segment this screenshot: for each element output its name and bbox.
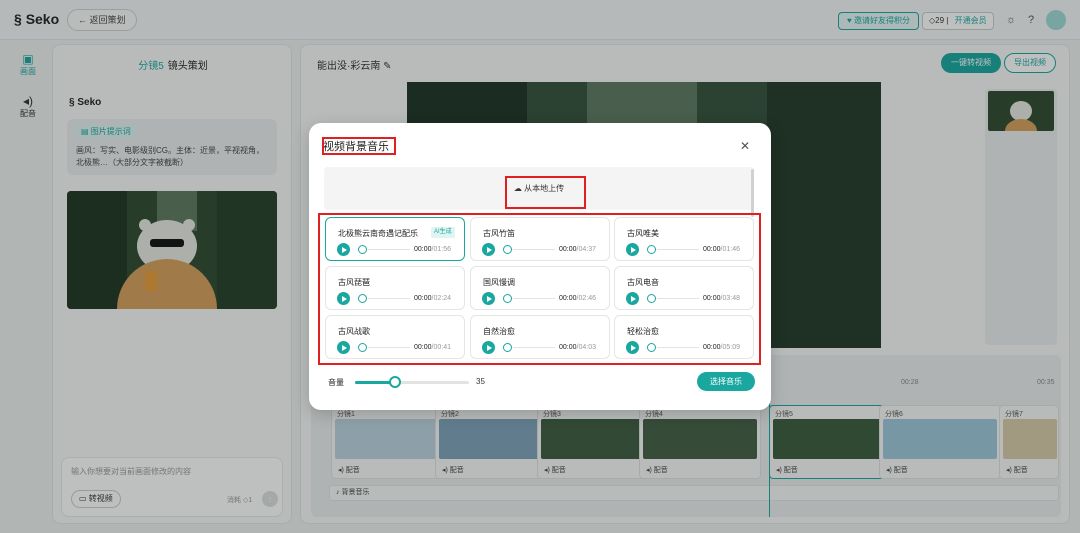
background-music-dialog: 视频背景音乐 ✕ ☁ 从本地上传 北极熊云南奇遇记配乐 AI生成 00:00/01:… bbox=[309, 123, 771, 410]
music-card[interactable]: 古风战歌 00:00/00:41 bbox=[325, 315, 465, 359]
upload-local-area[interactable]: ☁ 从本地上传 bbox=[324, 167, 754, 210]
progress-knob[interactable] bbox=[503, 343, 512, 352]
dialog-scrollbar[interactable] bbox=[751, 169, 754, 217]
music-time: 00:00/03:48 bbox=[703, 295, 740, 302]
music-time: 00:00/00:41 bbox=[414, 344, 451, 351]
progress-track[interactable] bbox=[657, 249, 699, 250]
music-time: 00:00/01:56 bbox=[414, 246, 451, 253]
music-name: 轻松治愈 bbox=[627, 327, 659, 336]
play-icon[interactable] bbox=[337, 292, 350, 305]
time-total: /02:24 bbox=[431, 295, 451, 302]
progress-track[interactable] bbox=[368, 249, 410, 250]
music-card[interactable]: 北极熊云南奇遇记配乐 AI生成 00:00/01:56 bbox=[325, 217, 465, 261]
play-icon[interactable] bbox=[482, 243, 495, 256]
time-current: 00:00 bbox=[559, 246, 577, 253]
volume-knob[interactable] bbox=[388, 376, 401, 388]
time-current: 00:00 bbox=[559, 344, 577, 351]
progress-knob[interactable] bbox=[358, 245, 367, 254]
progress-knob[interactable] bbox=[358, 343, 367, 352]
music-time: 00:00/02:46 bbox=[559, 295, 596, 302]
music-card[interactable]: 古风电音 00:00/03:48 bbox=[614, 266, 754, 310]
music-card[interactable]: 古风竹笛 00:00/04:37 bbox=[470, 217, 610, 261]
progress-track[interactable] bbox=[513, 249, 555, 250]
progress-track[interactable] bbox=[657, 347, 699, 348]
play-icon[interactable] bbox=[626, 341, 639, 354]
music-time: 00:00/04:03 bbox=[559, 344, 596, 351]
time-total: /01:56 bbox=[431, 246, 451, 253]
music-name: 古风琵琶 bbox=[338, 278, 370, 287]
time-total: /04:03 bbox=[576, 344, 596, 351]
time-current: 00:00 bbox=[703, 344, 721, 351]
play-icon[interactable] bbox=[482, 292, 495, 305]
play-icon[interactable] bbox=[626, 243, 639, 256]
progress-track[interactable] bbox=[513, 347, 555, 348]
music-name: 北极熊云南奇遇记配乐 bbox=[338, 229, 418, 238]
time-current: 00:00 bbox=[703, 246, 721, 253]
volume-label: 音量 bbox=[328, 378, 344, 387]
time-current: 00:00 bbox=[414, 246, 432, 253]
music-card[interactable]: 古风琵琶 00:00/02:24 bbox=[325, 266, 465, 310]
time-current: 00:00 bbox=[414, 344, 432, 351]
music-name: 古风竹笛 bbox=[483, 229, 515, 238]
play-icon[interactable] bbox=[337, 341, 350, 354]
volume-slider[interactable] bbox=[355, 376, 469, 388]
music-card[interactable]: 自然治愈 00:00/04:03 bbox=[470, 315, 610, 359]
upload-label: 从本地上传 bbox=[524, 184, 565, 193]
music-name: 古风电音 bbox=[627, 278, 659, 287]
progress-knob[interactable] bbox=[358, 294, 367, 303]
music-card[interactable]: 国风慢调 00:00/02:46 bbox=[470, 266, 610, 310]
music-name: 古风战歌 bbox=[338, 327, 370, 336]
progress-knob[interactable] bbox=[647, 245, 656, 254]
time-total: /01:46 bbox=[720, 246, 740, 253]
music-time: 00:00/01:46 bbox=[703, 246, 740, 253]
progress-track[interactable] bbox=[657, 298, 699, 299]
time-current: 00:00 bbox=[703, 295, 721, 302]
time-total: /00:41 bbox=[431, 344, 451, 351]
close-icon[interactable]: ✕ bbox=[739, 140, 751, 152]
time-total: /03:48 bbox=[720, 295, 740, 302]
time-total: /02:46 bbox=[576, 295, 596, 302]
music-name: 古风唯美 bbox=[627, 229, 659, 238]
choose-music-button[interactable]: 选择音乐 bbox=[697, 372, 755, 391]
cloud-upload-icon: ☁ bbox=[513, 184, 522, 193]
music-name: 国风慢调 bbox=[483, 278, 515, 287]
music-time: 00:00/05:09 bbox=[703, 344, 740, 351]
music-time: 00:00/04:37 bbox=[559, 246, 596, 253]
time-total: /04:37 bbox=[576, 246, 596, 253]
progress-track[interactable] bbox=[368, 298, 410, 299]
play-icon[interactable] bbox=[337, 243, 350, 256]
time-total: /05:09 bbox=[720, 344, 740, 351]
play-icon[interactable] bbox=[482, 341, 495, 354]
time-current: 00:00 bbox=[414, 295, 432, 302]
progress-track[interactable] bbox=[368, 347, 410, 348]
dialog-title: 视频背景音乐 bbox=[323, 141, 389, 153]
music-time: 00:00/02:24 bbox=[414, 295, 451, 302]
time-current: 00:00 bbox=[559, 295, 577, 302]
progress-knob[interactable] bbox=[503, 294, 512, 303]
play-icon[interactable] bbox=[626, 292, 639, 305]
progress-knob[interactable] bbox=[503, 245, 512, 254]
music-card[interactable]: 古风唯美 00:00/01:46 bbox=[614, 217, 754, 261]
ai-badge: AI生成 bbox=[431, 227, 455, 238]
music-card[interactable]: 轻松治愈 00:00/05:09 bbox=[614, 315, 754, 359]
music-name: 自然治愈 bbox=[483, 327, 515, 336]
progress-track[interactable] bbox=[513, 298, 555, 299]
volume-value: 35 bbox=[476, 377, 485, 386]
progress-knob[interactable] bbox=[647, 294, 656, 303]
progress-knob[interactable] bbox=[647, 343, 656, 352]
